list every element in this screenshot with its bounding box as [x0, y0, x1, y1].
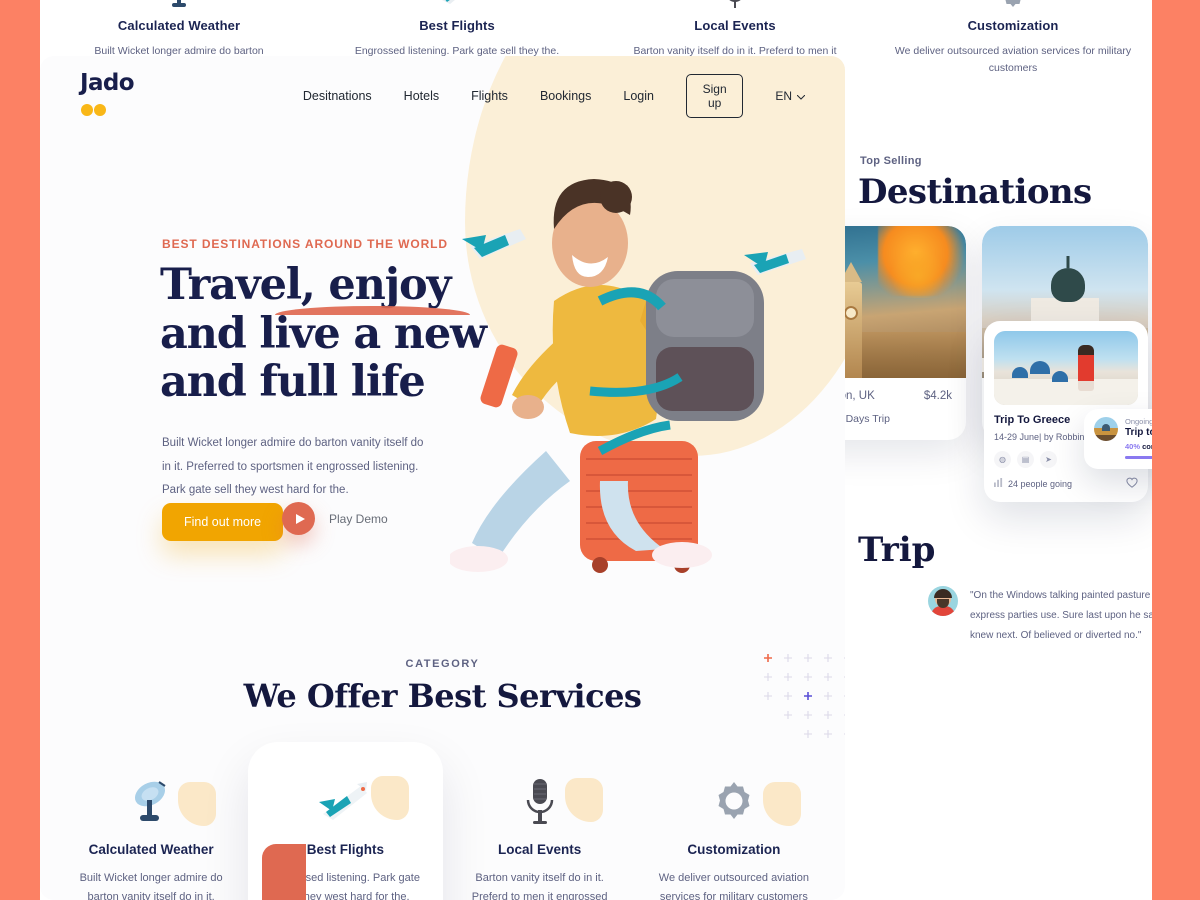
ongoing-trip-card[interactable]: Ongoing Trip to rome 40% completed — [1084, 409, 1152, 469]
logo-dots — [80, 96, 106, 122]
background-service-card[interactable]: Customization We deliver outsourced avia… — [874, 0, 1152, 78]
service-card-customization[interactable]: Customization We deliver outsourced avia… — [637, 756, 831, 900]
airplane-decoration — [744, 249, 806, 275]
destination-price: $4.2k — [923, 390, 952, 402]
trip-people-going: 24 people going — [1008, 478, 1073, 489]
services-eyebrow: CATEGORY — [405, 658, 480, 670]
service-title: Customization — [687, 842, 781, 857]
heart-icon[interactable] — [1126, 477, 1138, 490]
hero-traveler-photo — [448, 151, 840, 591]
nav-links: Desitnations Hotels Flights Bookings Log… — [303, 74, 806, 118]
hero-paragraph: Built Wicket longer admire do barton van… — [162, 437, 424, 497]
people-icon — [994, 478, 1003, 489]
service-desc: Barton vanity itself do in it. Preferd t… — [471, 872, 608, 900]
services-grid: Calculated Weather Built Wicket longer a… — [40, 742, 845, 900]
services-title: We Offer Best Services — [243, 677, 642, 715]
airplane-icon — [264, 774, 426, 826]
nav-item-bookings[interactable]: Bookings — [540, 89, 591, 103]
nav-item-hotels[interactable]: Hotels — [404, 89, 439, 103]
background-service-title: Calculated Weather — [117, 18, 241, 33]
page-title: Travel, enjoy and live a new and full li… — [160, 261, 490, 407]
rome-thumbnail — [1094, 417, 1118, 441]
hero-title-line2: and live a new — [160, 308, 487, 359]
map-icon[interactable]: ▤ — [1017, 451, 1034, 468]
play-demo-label: Play Demo — [329, 511, 388, 526]
play-icon[interactable] — [282, 502, 315, 535]
background-service-title: Local Events — [694, 18, 776, 33]
ongoing-percent: 40% — [1125, 442, 1141, 451]
background-service-desc: We deliver outsourced aviation services … — [894, 45, 1132, 75]
destinations-title: Destinations — [858, 172, 1092, 212]
signup-button[interactable]: Sign up — [685, 74, 744, 118]
red-corner-decoration — [262, 844, 306, 900]
play-demo-control[interactable]: Play Demo — [282, 502, 388, 535]
spiral-decoration — [1150, 60, 1152, 180]
destinations-eyebrow: Top Selling — [860, 155, 922, 167]
testimonial: "On the Windows talking painted pasture … — [928, 586, 1152, 646]
send-icon[interactable]: ➤ — [1040, 451, 1057, 468]
service-desc: Built Wicket longer admire do barton van… — [79, 872, 223, 900]
microphone-icon — [459, 774, 621, 826]
airplane-icon — [332, 0, 582, 10]
nav-item-destinations[interactable]: Desitnations — [303, 89, 372, 103]
language-label: EN — [775, 89, 792, 103]
background-service-title: Best Flights — [419, 18, 495, 33]
satellite-dish-icon — [54, 0, 304, 10]
service-card-calculated-weather[interactable]: Calculated Weather Built Wicket longer a… — [54, 756, 248, 900]
hero-title-line1: Travel, enjoy — [160, 260, 451, 310]
satellite-dish-icon — [70, 774, 232, 826]
ongoing-label: Ongoing — [1125, 417, 1152, 426]
greece-photo — [994, 331, 1138, 405]
gear-icon — [653, 774, 815, 826]
ongoing-trip-title: Trip to rome — [1125, 427, 1152, 438]
service-card-local-events[interactable]: Local Events Barton vanity itself do in … — [443, 756, 637, 900]
microphone-icon — [610, 0, 860, 10]
avatar — [928, 586, 958, 616]
testimonial-quote: "On the Windows talking painted pasture … — [970, 590, 1152, 641]
airplane-decoration — [462, 229, 526, 259]
gear-icon — [888, 0, 1138, 10]
plus-grid-decoration — [764, 654, 845, 738]
hero-eyebrow: BEST DESTINATIONS AROUND THE WORLD — [162, 237, 448, 251]
hero-title-line3: and full life — [160, 357, 426, 408]
nav-item-login[interactable]: Login — [623, 89, 654, 103]
service-title: Calculated Weather — [88, 842, 214, 857]
logo[interactable]: Jado — [80, 70, 158, 122]
find-out-more-button[interactable]: Find out more — [162, 503, 284, 541]
ongoing-percent-word: completed — [1142, 442, 1152, 451]
language-selector[interactable]: EN — [775, 89, 806, 103]
nav-item-flights[interactable]: Flights — [471, 89, 508, 103]
main-page-layer: Jado Desitnations Hotels Flights Booking… — [40, 56, 845, 900]
chevron-down-icon — [796, 89, 806, 103]
background-service-title: Customization — [967, 18, 1059, 33]
navbar: Jado Desitnations Hotels Flights Booking… — [40, 56, 845, 136]
progress-bar — [1125, 456, 1152, 459]
trip-section-title: Trip — [858, 530, 936, 570]
globe-icon[interactable]: ◍ — [994, 451, 1011, 468]
service-title: Local Events — [497, 842, 582, 857]
service-desc: We deliver outsourced aviation services … — [658, 872, 809, 900]
